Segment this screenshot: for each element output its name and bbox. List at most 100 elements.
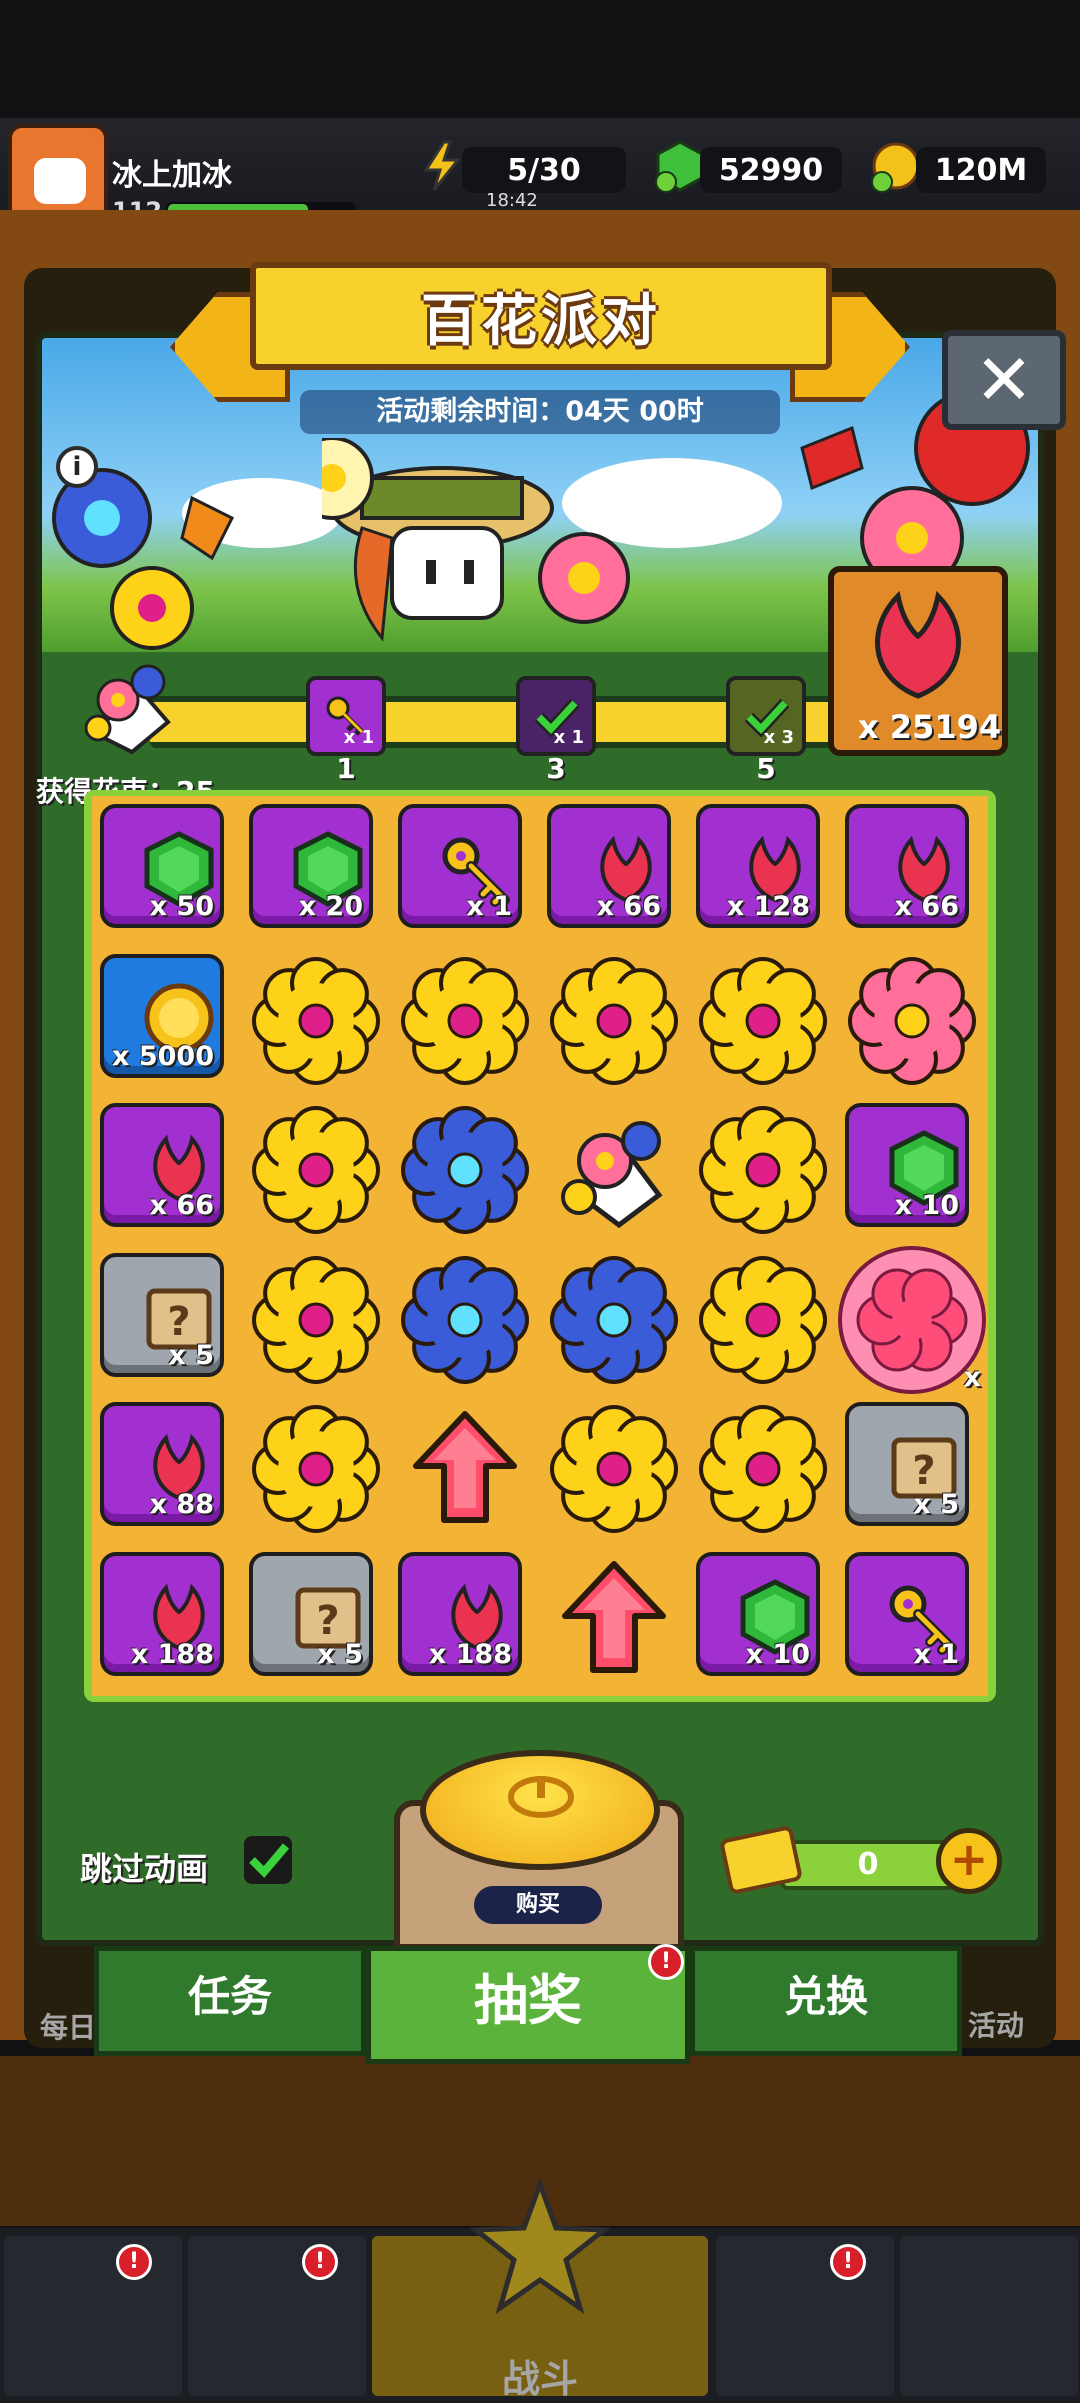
grid-cell-petal[interactable]: x 128 — [688, 796, 838, 946]
blue-flower-icon — [401, 1106, 529, 1234]
energy-count: 5/30 — [462, 147, 626, 193]
reward-quantity: x 66 — [596, 891, 661, 922]
info-button[interactable]: i — [56, 446, 98, 488]
grid-cell-yellow-flower[interactable] — [241, 946, 391, 1096]
grid-cell-blue-flower[interactable] — [539, 1245, 689, 1395]
grid-cell-petal[interactable]: x 88 — [92, 1394, 242, 1544]
yellow-flower-icon — [252, 1255, 380, 1384]
reward-tile: x 188 — [398, 1551, 522, 1676]
reward-tile: x 66 — [100, 1103, 224, 1227]
player-name: 冰上加冰 — [112, 158, 232, 193]
grid-cell-scroll[interactable]: ? x 5 — [241, 1544, 391, 1694]
grid-cell-petal[interactable]: x 66 — [837, 796, 987, 946]
status-bar — [0, 0, 1080, 118]
grid-cell-key[interactable]: x 1 — [390, 796, 540, 946]
reward-quantity: x 1 — [466, 891, 512, 922]
yellow-flower-icon — [550, 956, 678, 1085]
bouquet-icon — [561, 1121, 663, 1229]
svg-text:?: ? — [167, 1299, 190, 1345]
grid-cell-petal[interactable]: x 66 — [92, 1095, 242, 1245]
grid-cell-petal[interactable]: x 66 — [539, 796, 689, 946]
grid-cell-yellow-flower[interactable] — [688, 1245, 838, 1395]
grid-cell-yellow-flower[interactable] — [539, 1394, 689, 1544]
tab-exchange-label: 兑换 — [783, 1972, 868, 2021]
yellow-flower-icon — [252, 1405, 380, 1533]
grid-cell-scroll[interactable]: ? x 5 — [92, 1245, 242, 1395]
reward-tile: x 188 — [100, 1551, 224, 1676]
grid-cell-yellow-flower[interactable] — [688, 1095, 838, 1245]
grid-cell-yellow-flower[interactable] — [241, 1245, 391, 1395]
tab-tasks-label: 任务 — [187, 1972, 272, 2021]
shop-badge: ! — [116, 2244, 152, 2280]
milestone-1[interactable]: x 1 — [306, 676, 386, 756]
reward-quantity: x — [963, 1361, 981, 1393]
grid-cell-pink-orb[interactable]: x — [837, 1245, 987, 1395]
grid-cell-pink-flower[interactable] — [837, 946, 987, 1096]
grid-cell-petal[interactable]: x 188 — [390, 1544, 540, 1694]
bouquet-progress-icon — [84, 664, 171, 755]
blue-flower-icon — [401, 1255, 529, 1384]
close-button[interactable]: ✕ — [942, 330, 1066, 430]
yellow-flower-icon — [252, 956, 380, 1085]
reward-quantity: x 10 — [745, 1638, 810, 1670]
grid-cell-blue-flower[interactable] — [390, 1095, 540, 1245]
talents-badge: ! — [830, 2244, 866, 2280]
milestone-1-count: x 1 — [343, 727, 374, 748]
svg-text:?: ? — [912, 1448, 935, 1494]
tab-tasks[interactable]: 任务 — [94, 1946, 366, 2056]
buy-label: 购买 — [474, 1886, 602, 1924]
tab-exchange[interactable]: 兑换 — [690, 1946, 962, 2056]
yellow-flower-icon — [699, 1405, 827, 1533]
grid-cell-yellow-flower[interactable] — [241, 1394, 391, 1544]
yellow-flower-icon — [699, 1255, 827, 1384]
grid-cell-arrow[interactable] — [539, 1544, 689, 1694]
reward-tile: x 66 — [547, 804, 671, 928]
milestone-3-count: x 3 — [763, 727, 794, 748]
buy-button[interactable] — [420, 1750, 660, 1870]
grid-cell-coin[interactable]: x 5000 — [92, 946, 242, 1096]
reward-tile: x 128 — [696, 804, 820, 928]
equipment-badge: ! — [302, 2244, 338, 2280]
reward-tile: x 10 — [696, 1551, 820, 1676]
event-title: 百花派对 — [421, 288, 661, 354]
character-girl-illustration — [322, 438, 630, 642]
reward-tile: x 50 — [100, 804, 224, 928]
skip-animation-label: 跳过动画 — [80, 1850, 209, 1888]
milestone-3[interactable]: x 3 — [726, 676, 806, 756]
add-ticket-button[interactable]: + — [936, 1828, 1002, 1894]
grid-cell-yellow-flower[interactable] — [688, 946, 838, 1096]
petal-icon — [875, 590, 961, 699]
grid-cell-scroll[interactable]: ? x 5 — [837, 1394, 987, 1544]
lottery-grid: x 50 x 20 x 1x 66 x 128 x 66 x 5000 x 66 x 10? x… — [92, 796, 988, 1696]
grid-cell-key[interactable]: x 1 — [837, 1544, 987, 1694]
grid-cell-gem[interactable]: x 10 — [837, 1095, 987, 1245]
grid-cell-arrow[interactable] — [390, 1394, 540, 1544]
up-arrow-icon — [413, 1411, 517, 1523]
grid-cell-gem[interactable]: x 10 — [688, 1544, 838, 1694]
grid-cell-yellow-flower[interactable] — [241, 1095, 391, 1245]
grid-cell-gem[interactable]: x 50 — [92, 796, 242, 946]
grid-cell-yellow-flower[interactable] — [390, 946, 540, 1096]
energy-timer: 18:42 — [486, 190, 538, 211]
milestone-1-threshold: 1 — [336, 752, 356, 785]
grid-cell-petal[interactable]: x 188 — [92, 1544, 242, 1694]
milestone-2[interactable]: x 1 — [516, 676, 596, 756]
petal-total-count: x 25194 — [858, 708, 1002, 746]
yellow-flower-icon — [550, 1405, 678, 1533]
close-icon: ✕ — [974, 339, 1034, 421]
milestone-3-threshold: 5 — [756, 752, 776, 785]
reward-tile: x 10 — [845, 1103, 969, 1227]
grid-cell-bouquet[interactable] — [539, 1095, 689, 1245]
reward-quantity: x 5 — [913, 1489, 959, 1520]
reward-tile: x 20 — [249, 804, 373, 928]
tab-lottery[interactable]: 抽奖 — [366, 1946, 690, 2064]
coin-count: 120M — [916, 147, 1046, 193]
blue-flower-icon — [550, 1255, 678, 1384]
reward-tile: x 1 — [845, 1551, 969, 1676]
grid-cell-gem[interactable]: x 20 — [241, 796, 391, 946]
grid-cell-blue-flower[interactable] — [390, 1245, 540, 1395]
grid-cell-yellow-flower[interactable] — [688, 1394, 838, 1544]
skip-animation-checkbox[interactable] — [244, 1836, 292, 1884]
check-icon — [249, 1843, 290, 1878]
grid-cell-yellow-flower[interactable] — [539, 946, 689, 1096]
